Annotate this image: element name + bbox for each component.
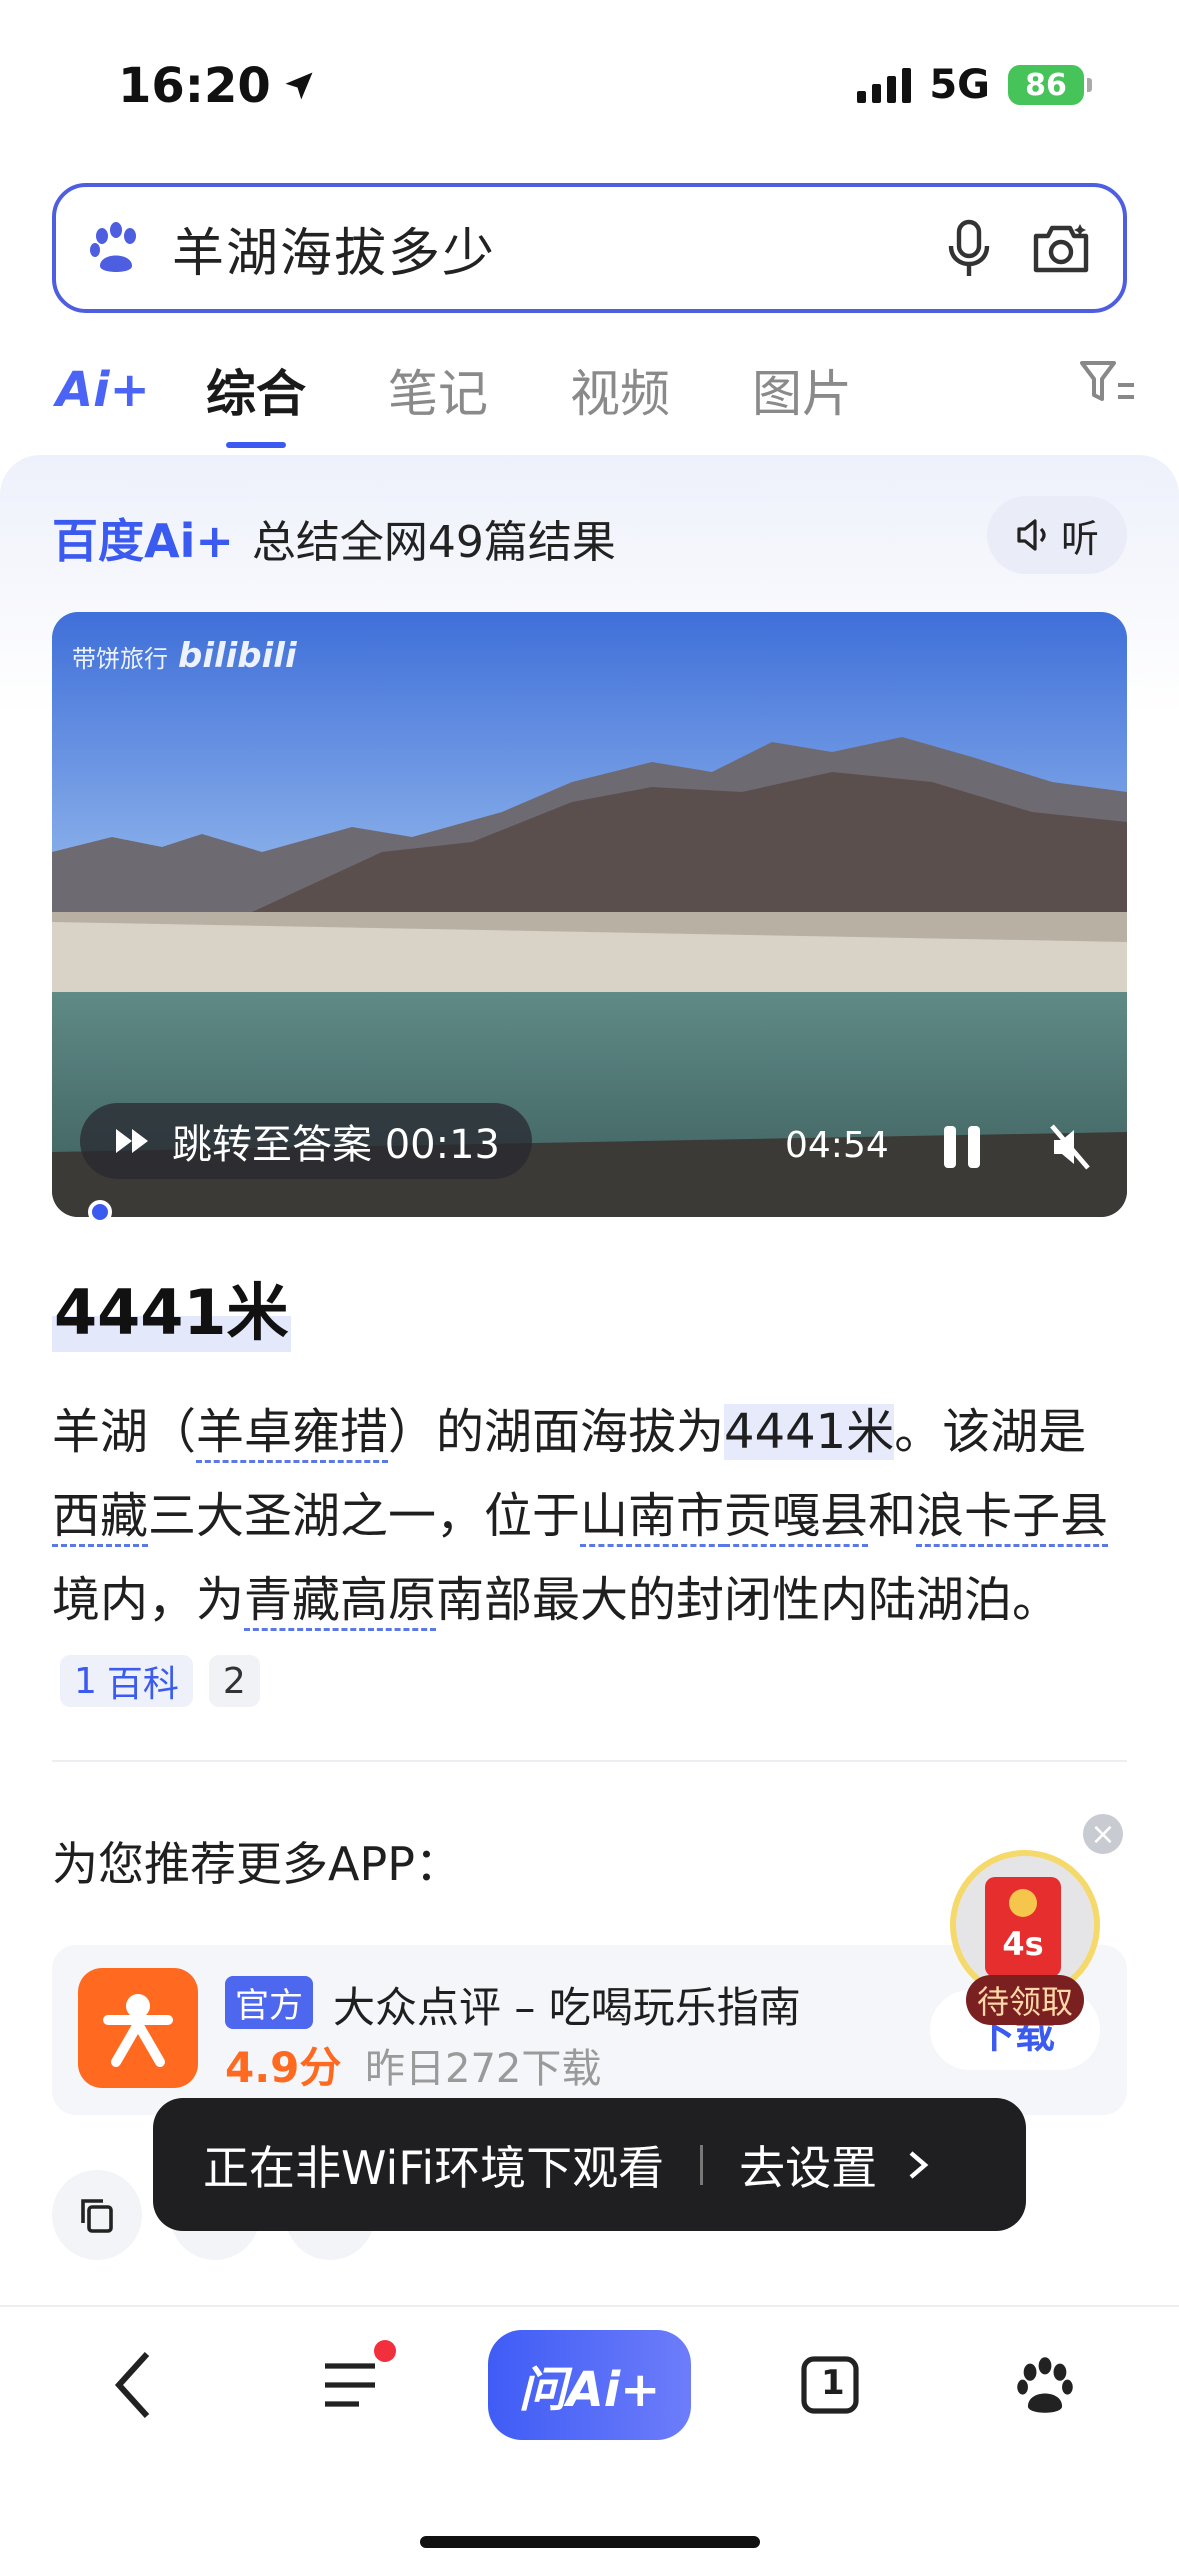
- baidu-paw-icon: [1017, 2357, 1073, 2413]
- filter-icon[interactable]: [1078, 357, 1136, 407]
- network-toast: 正在非WiFi环境下观看 去设置: [153, 2098, 1026, 2231]
- tab-videos[interactable]: 视频: [570, 354, 670, 426]
- menu-icon: [325, 2363, 375, 2407]
- speaker-icon: [1017, 519, 1046, 551]
- listen-button[interactable]: 听: [987, 496, 1127, 574]
- divider: [52, 1760, 1127, 1762]
- ai-header: 百度Ai+ 总结全网49篇结果: [52, 505, 616, 571]
- float-close-button[interactable]: ×: [1083, 1814, 1123, 1854]
- pause-icon[interactable]: [940, 1122, 984, 1172]
- ai-summary-label: 总结全网49篇结果: [251, 517, 616, 568]
- ask-ai-button[interactable]: 问Ai+: [488, 2330, 691, 2440]
- term-link[interactable]: 浪卡子县: [916, 1488, 1109, 1547]
- red-envelope-icon: 4s: [985, 1877, 1061, 1977]
- back-button[interactable]: [78, 2345, 188, 2425]
- signal-icon: [857, 67, 912, 103]
- jump-to-answer-button[interactable]: 跳转至答案 00:13: [80, 1103, 532, 1179]
- app-rating: 4.9分: [225, 2043, 342, 2092]
- tab-notes[interactable]: 笔记: [388, 354, 488, 426]
- baidu-paw-icon: [90, 222, 136, 272]
- tab-images[interactable]: 图片: [752, 354, 852, 426]
- chevron-right-icon: [909, 2150, 929, 2179]
- network-type: 5G: [929, 62, 990, 108]
- notification-dot: [374, 2340, 396, 2362]
- microphone-icon: [948, 219, 990, 276]
- recommend-title: 为您推荐更多APP：: [52, 1837, 461, 1891]
- fast-forward-icon: [116, 1129, 148, 1153]
- location-arrow-icon: [285, 72, 313, 100]
- dianping-app-icon[interactable]: [78, 1968, 198, 2088]
- status-indicators: 5G 86: [857, 62, 1092, 108]
- term-link[interactable]: 西藏: [52, 1488, 149, 1547]
- home-indicator: [420, 2536, 760, 2548]
- tab-all[interactable]: 综合: [206, 354, 306, 448]
- term-link[interactable]: 山南市: [580, 1488, 725, 1547]
- search-input[interactable]: 羊湖海拔多少: [172, 211, 909, 286]
- baidu-ai-logo: 百度Ai+: [52, 514, 234, 568]
- reference-1[interactable]: 1 百科: [60, 1655, 193, 1707]
- back-arrow-icon: [114, 2351, 150, 2419]
- answer-headline: 4441米: [52, 1262, 291, 1352]
- app-downloads: 昨日272下载: [365, 2046, 602, 2092]
- toast-message: 正在非WiFi环境下观看: [203, 2140, 665, 2195]
- copy-icon: [81, 2199, 113, 2233]
- status-time: 16:20: [118, 58, 317, 114]
- image-search-button[interactable]: [1029, 216, 1093, 280]
- coin-icon: [1009, 1889, 1037, 1917]
- baidu-home-button[interactable]: [990, 2345, 1100, 2425]
- person-icon: [103, 1994, 173, 2067]
- video-progress-handle[interactable]: [88, 1200, 112, 1224]
- video-watermark: 带饼旅行 bilibili: [72, 636, 297, 676]
- camera-icon: [1033, 224, 1089, 273]
- app-name: 大众点评 – 吃喝玩乐指南: [333, 1983, 801, 2032]
- toast-settings-button[interactable]: 去设置: [739, 2132, 929, 2198]
- term-link[interactable]: 青藏高原: [244, 1572, 437, 1631]
- tabs-count: 1: [821, 2363, 845, 2403]
- tab-ai[interactable]: Ai+: [56, 362, 206, 418]
- highlight-value: 4441米: [724, 1404, 895, 1460]
- video-duration: 04:54: [785, 1125, 889, 1166]
- copy-button[interactable]: [52, 2170, 142, 2260]
- reference-2[interactable]: 2: [208, 1655, 260, 1707]
- voice-search-button[interactable]: [937, 216, 1001, 280]
- pending-claim-label: 待领取: [966, 1975, 1084, 2025]
- battery-icon: 86: [1008, 65, 1092, 105]
- search-box[interactable]: 羊湖海拔多少: [52, 183, 1127, 313]
- official-badge: 官方: [225, 1976, 313, 2029]
- toast-separator: [700, 2144, 704, 2185]
- result-tabs: Ai+ 综合 笔记 视频 图片: [56, 345, 1136, 448]
- mute-icon[interactable]: [1048, 1122, 1092, 1172]
- answer-paragraph: 羊湖（羊卓雍措）的湖面海拔为4441米。该湖是西藏三大圣湖之一，位于山南市贡嘎县…: [52, 1390, 1132, 1642]
- tabs-button[interactable]: 1: [775, 2345, 885, 2425]
- term-link[interactable]: 羊卓雍措: [196, 1404, 389, 1463]
- term-link[interactable]: 贡嘎县: [724, 1488, 869, 1547]
- reference-list: 1 百科 2: [60, 1655, 260, 1707]
